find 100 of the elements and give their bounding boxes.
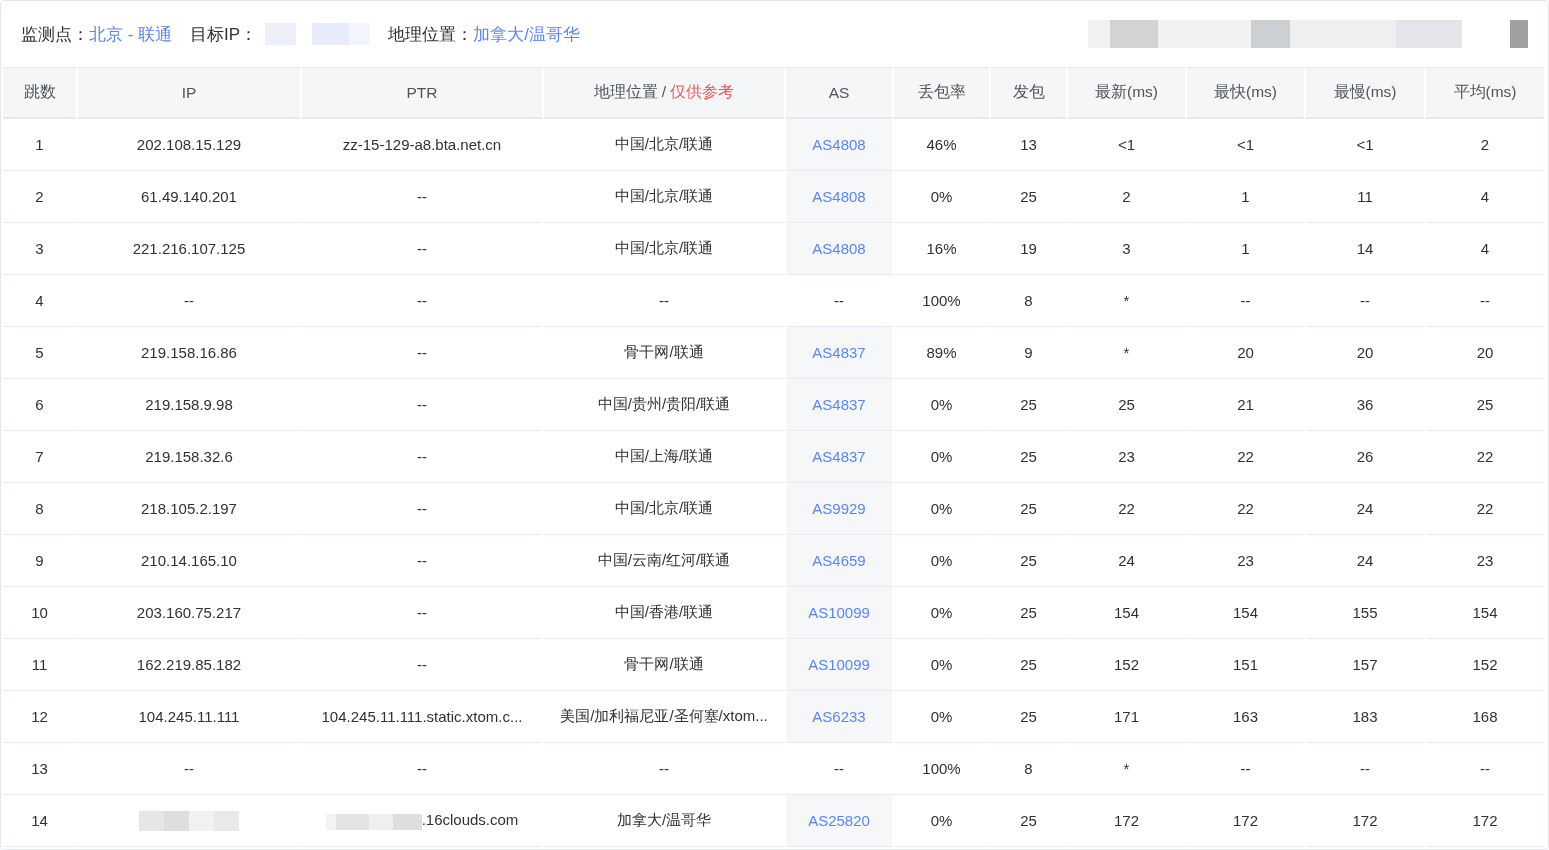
table-cell: -- [1306, 743, 1424, 795]
table-cell: 36 [1306, 379, 1424, 431]
table-cell: 21 [1187, 379, 1304, 431]
table-cell: 19 [991, 223, 1066, 275]
column-header: 最快(ms) [1187, 67, 1304, 119]
as-link[interactable]: AS10099 [808, 656, 870, 673]
as-link[interactable]: AS25820 [808, 812, 870, 829]
table-cell: 172 [1187, 795, 1304, 847]
table-cell: 25 [991, 431, 1066, 483]
table-cell: 11 [3, 639, 76, 691]
table-cell: 4 [1426, 223, 1544, 275]
column-header: AS [786, 67, 892, 119]
table-cell: 23 [1068, 431, 1185, 483]
table-cell: 2 [3, 171, 76, 223]
table-cell: 22 [1187, 483, 1304, 535]
as-link[interactable]: AS4659 [812, 552, 866, 569]
table-cell: -- [78, 275, 300, 327]
as-link[interactable]: AS4837 [812, 396, 866, 413]
table-cell: -- [302, 535, 542, 587]
table-cell: -- [302, 483, 542, 535]
table-cell: 9 [3, 535, 76, 587]
table-cell: * [1068, 743, 1185, 795]
table-cell: 0% [894, 535, 989, 587]
table-cell: 22 [1068, 483, 1185, 535]
table-cell: <1 [1187, 119, 1304, 171]
table-cell: 4 [1426, 171, 1544, 223]
table-cell: 8 [991, 275, 1066, 327]
table-cell: 151 [1187, 639, 1304, 691]
table-cell: 14 [1306, 223, 1424, 275]
table-cell: 221.216.107.125 [78, 223, 300, 275]
table-cell: -- [302, 431, 542, 483]
table-cell: <1 [1306, 119, 1424, 171]
table-cell: 中国/云南/红河/联通 [544, 535, 784, 587]
table-cell: 3 [1068, 223, 1185, 275]
as-link[interactable]: AS4808 [812, 240, 866, 257]
table-cell: 0% [894, 379, 989, 431]
table-cell: -- [302, 327, 542, 379]
table-cell: 23 [1426, 535, 1544, 587]
table-cell: 25 [991, 639, 1066, 691]
column-header: 跳数 [3, 67, 76, 119]
table-cell: 骨干网/联通 [544, 639, 784, 691]
table-cell: 1 [1187, 223, 1304, 275]
table-cell: 25 [1426, 379, 1544, 431]
table-cell: 25 [991, 379, 1066, 431]
table-cell: 0% [894, 483, 989, 535]
table-cell: 162.219.85.182 [78, 639, 300, 691]
table-cell: 6 [3, 379, 76, 431]
table-cell: <1 [1068, 119, 1185, 171]
target-location: 加拿大/温哥华 [473, 23, 580, 46]
table-cell: 4 [3, 275, 76, 327]
table-cell: 26 [1306, 431, 1424, 483]
as-link[interactable]: AS9929 [812, 500, 866, 517]
table-cell: 美国/加利福尼亚/圣何塞/xtom... [544, 691, 784, 743]
table-cell: -- [302, 639, 542, 691]
table-cell: 210.14.165.10 [78, 535, 300, 587]
table-cell: 0% [894, 795, 989, 847]
as-link[interactable]: AS4837 [812, 344, 866, 361]
table-cell: 1 [3, 119, 76, 171]
table-cell: 219.158.9.98 [78, 379, 300, 431]
as-link[interactable]: AS4837 [812, 448, 866, 465]
table-cell: 0% [894, 587, 989, 639]
table-cell: 25 [991, 483, 1066, 535]
as-link[interactable]: AS4808 [812, 188, 866, 205]
column-header: 最新(ms) [1068, 67, 1185, 119]
table-cell: 13 [991, 119, 1066, 171]
table-cell: 218.105.2.197 [78, 483, 300, 535]
table-cell: 202.108.15.129 [78, 119, 300, 171]
table-cell: 20 [1426, 327, 1544, 379]
table-cell: 中国/贵州/贵阳/联通 [544, 379, 784, 431]
table-cell: 46% [894, 119, 989, 171]
as-link[interactable]: AS6233 [812, 708, 866, 725]
summary-label: 目标IP： [190, 23, 258, 46]
table-cell: 骨干网/联通 [544, 327, 784, 379]
as-link[interactable]: AS10099 [808, 604, 870, 621]
table-cell: 155 [1306, 587, 1424, 639]
table-cell: 24 [1306, 483, 1424, 535]
table-cell: 0% [894, 171, 989, 223]
table-cell: 20 [1187, 327, 1304, 379]
table-cell: 5 [3, 327, 76, 379]
as-link[interactable]: AS4808 [812, 136, 866, 153]
table-cell: -- [78, 743, 300, 795]
summary-label: 监测点： [21, 23, 89, 46]
table-cell: 2 [1068, 171, 1185, 223]
table-cell: zz-15-129-a8.bta.net.cn [302, 119, 542, 171]
table-cell: -- [1426, 743, 1544, 795]
table-cell: 14 [3, 795, 76, 847]
table-cell: 25 [991, 691, 1066, 743]
table-cell: 16% [894, 223, 989, 275]
table-cell: 25 [991, 535, 1066, 587]
table-cell: 12 [3, 691, 76, 743]
table-cell: 3 [3, 223, 76, 275]
table-cell: * [1068, 327, 1185, 379]
table-cell: 24 [1068, 535, 1185, 587]
table-cell: 61.49.140.201 [78, 171, 300, 223]
table-cell: -- [544, 275, 784, 327]
table-cell: 152 [1426, 639, 1544, 691]
table-cell: -- [302, 223, 542, 275]
table-cell: 152 [1068, 639, 1185, 691]
table-cell: -- [302, 587, 542, 639]
reference-note: 仅供参考 [670, 83, 735, 100]
